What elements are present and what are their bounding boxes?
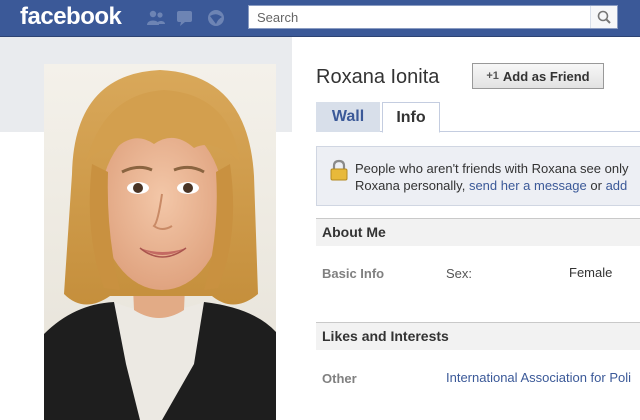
lock-icon <box>330 159 348 181</box>
add-friend-label: Add as Friend <box>502 68 590 84</box>
likes-interests-heading: Likes and Interests <box>316 322 640 350</box>
add-friend-icon: +1 <box>486 70 499 82</box>
notice-prefix: Roxana personally, <box>355 178 466 193</box>
basic-info-label: Basic Info <box>322 266 385 281</box>
add-friend-link[interactable]: add <box>606 178 628 193</box>
top-navigation-bar: facebook Search <box>0 0 640 37</box>
profile-photo[interactable] <box>44 64 276 420</box>
profile-name: Roxana Ionita <box>316 66 440 88</box>
search-input[interactable]: Search <box>248 5 618 29</box>
facebook-logo[interactable]: facebook <box>20 0 122 34</box>
send-message-link[interactable]: send her a message <box>469 178 587 193</box>
notice-or: or <box>590 178 602 193</box>
interest-link[interactable]: International Association for Poli <box>446 370 640 385</box>
tab-wall[interactable]: Wall <box>316 102 380 132</box>
other-label: Other <box>322 371 357 386</box>
search-placeholder: Search <box>257 10 299 25</box>
search-button[interactable] <box>590 6 617 28</box>
add-as-friend-button[interactable]: +1 Add as Friend <box>472 63 604 89</box>
sex-value: Female <box>569 265 613 280</box>
notifications-icon[interactable] <box>206 8 226 28</box>
about-me-heading: About Me <box>316 218 640 246</box>
search-icon <box>597 10 611 24</box>
messages-icon[interactable] <box>176 8 196 28</box>
tab-info[interactable]: Info <box>382 102 440 133</box>
sex-label: Sex: <box>446 266 473 281</box>
friends-icon[interactable] <box>146 8 166 28</box>
notice-text-line-2: Roxana personally, send her a message or… <box>355 178 627 193</box>
privacy-notice: People who aren't friends with Roxana se… <box>316 146 640 206</box>
notice-text-line-1: People who aren't friends with Roxana se… <box>355 161 629 176</box>
